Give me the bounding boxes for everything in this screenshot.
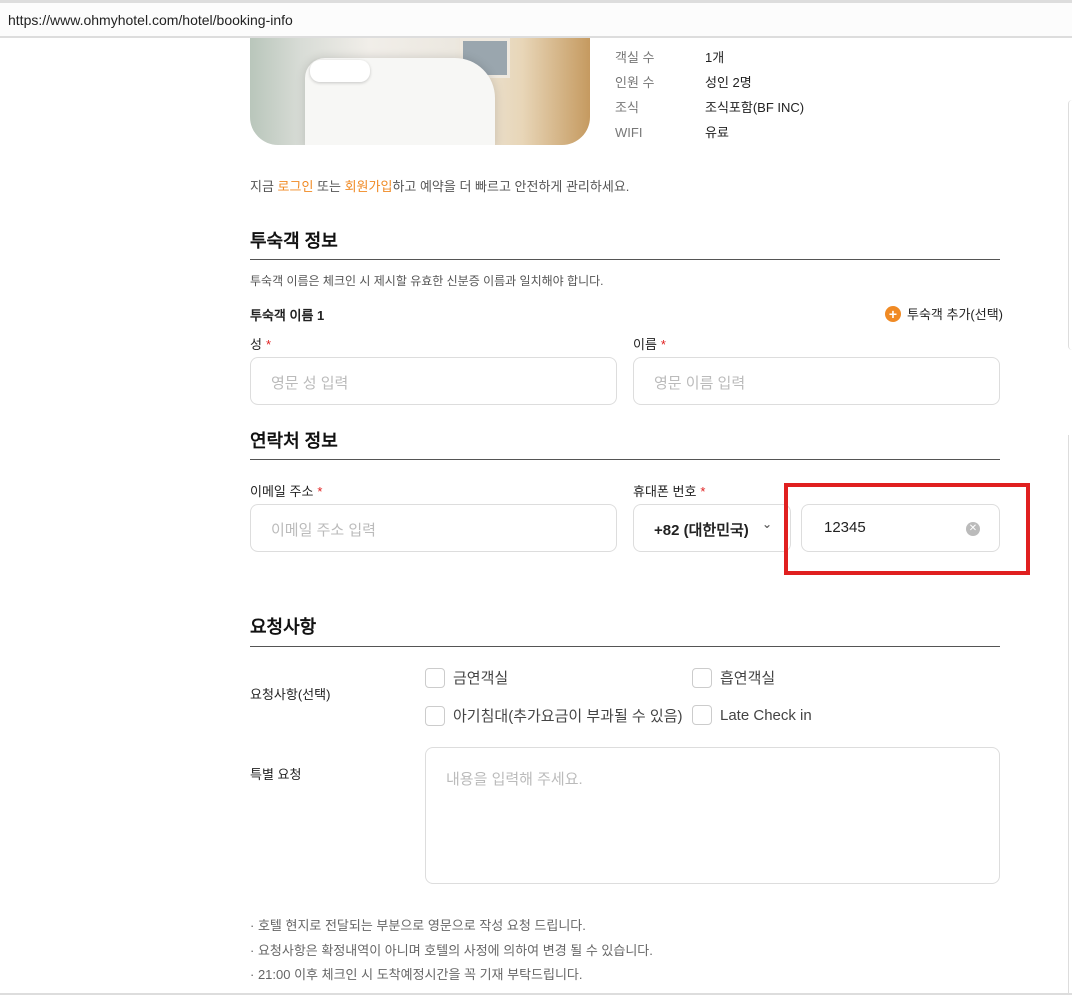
special-request-textarea[interactable]: 내용을 입력해 주세요. [425,747,1000,884]
checkbox[interactable] [692,705,712,725]
divider [250,646,1000,647]
email-input[interactable]: 이메일 주소 입력 [250,504,617,552]
label-text: 이메일 주소 [250,484,314,499]
login-link[interactable]: 로그인 [278,179,314,194]
highlight-box [784,483,1030,575]
checkbox-label: Late Check in [720,706,812,724]
country-code-select[interactable]: +82 (대한민국) ⌄ [633,504,791,552]
note-text: 요청사항은 확정내역이 아니며 호텔의 사정에 의하여 변경 될 수 있습니다. [257,942,653,958]
phone-label: 휴대폰 번호 * [633,481,705,500]
note-item: · 호텔 현지로 전달되는 부분으로 영문으로 작성 요청 드립니다. [250,918,586,933]
requests-section-title: 요청사항 [250,617,317,637]
info-label: 인원 수 [615,75,655,90]
guest-description: 투숙객 이름은 체크인 시 제시할 유효한 신분증 이름과 일치해야 합니다. [250,274,604,288]
info-value: 조식포함(BF INC) [705,100,805,115]
info-value: 유료 [705,125,729,140]
checkbox-label: 흡연객실 [720,670,776,687]
checkbox-baby-cot[interactable]: 아기침대(추가요금이 부과될 수 있음) [425,705,683,726]
checkbox-nonsmoking[interactable]: 금연객실 [425,667,508,688]
side-panel-edge [1068,100,1072,350]
address-bar[interactable]: https://www.ohmyhotel.com/hotel/booking-… [0,0,1072,38]
label-text: 성 [250,337,262,352]
add-guest-label: 투숙객 추가(선택) [907,307,1003,322]
request-notes: · 호텔 현지로 전달되는 부분으로 영문으로 작성 요청 드립니다. · 요청… [250,914,653,988]
checkbox-label: 아기침대(추가요금이 부과될 수 있음) [453,708,683,725]
divider [250,459,1000,460]
notice-text: 지금 [250,179,278,194]
checkbox-smoking[interactable]: 흡연객실 [692,667,775,688]
info-label: 조식 [615,100,639,115]
note-item: · 요청사항은 확정내역이 아니며 호텔의 사정에 의하여 변경 될 수 있습니… [250,942,653,958]
info-label: 객실 수 [615,50,655,65]
checkbox[interactable] [425,705,445,726]
country-code-value: +82 (대한민국) [654,522,749,539]
signup-link[interactable]: 회원가입 [345,179,393,194]
request-options-label: 요청사항(선택) [250,687,331,702]
label-text: 휴대폰 번호 [633,484,697,499]
chevron-down-icon: ⌄ [761,517,772,531]
guest-section-title: 투숙객 정보 [250,231,338,251]
first-name-label: 이름 * [633,334,666,353]
room-info: 객실 수 1개 인원 수 성인 2명 조식 조식포함(BF INC) WIFI 유료 [615,45,804,145]
divider [250,259,1000,260]
info-value: 1개 [705,50,725,65]
note-text: 호텔 현지로 전달되는 부분으로 영문으로 작성 요청 드립니다. [257,918,586,933]
last-name-label: 성 * [250,334,271,353]
guest-label: 투숙객 이름 1 [250,308,325,323]
room-photo [250,38,590,145]
notice-text: 또는 [313,179,345,194]
email-label: 이메일 주소 * [250,481,322,500]
label-text: 이름 [633,337,657,352]
note-item: · 21:00 이후 체크인 시 도착예정시간을 꼭 기재 부탁드립니다. [250,967,583,982]
checkbox[interactable] [692,667,712,688]
add-guest-button[interactable]: + 투숙객 추가(선택) [885,304,1003,323]
login-notice: 지금 로그인 또는 회원가입하고 예약을 더 빠르고 안전하게 관리하세요. [250,176,629,195]
contact-section-title: 연락처 정보 [250,431,338,451]
required-mark: * [265,337,272,352]
checkbox[interactable] [425,667,445,688]
info-value: 성인 2명 [705,75,752,90]
required-mark: * [700,484,706,499]
note-text: 21:00 이후 체크인 시 도착예정시간을 꼭 기재 부탁드립니다. [257,967,583,982]
first-name-input[interactable]: 영문 이름 입력 [633,357,1000,405]
url-text: https://www.ohmyhotel.com/hotel/booking-… [8,12,293,28]
notice-text: 하고 예약을 더 빠르고 안전하게 관리하세요. [392,179,630,194]
required-mark: * [317,484,323,499]
info-label: WIFI [615,125,643,140]
required-mark: * [660,337,666,352]
last-name-input[interactable]: 영문 성 입력 [250,357,617,405]
plus-circle-icon: + [885,305,901,322]
special-request-label: 특별 요청 [250,767,302,782]
checkbox-late-checkin[interactable]: Late Check in [692,705,812,725]
checkbox-label: 금연객실 [453,670,509,687]
side-panel-edge [1068,435,1072,995]
